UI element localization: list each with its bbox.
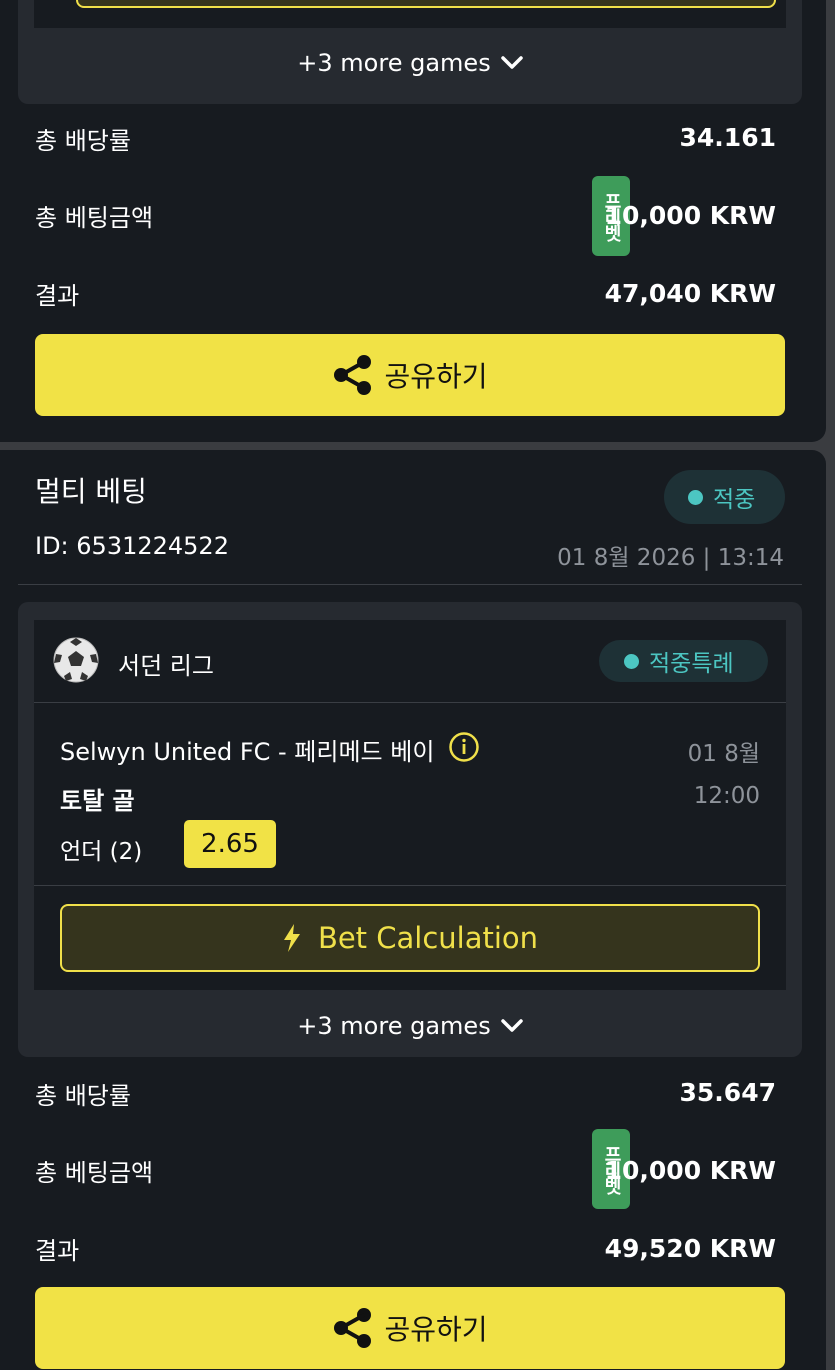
odds-value: 2.65: [184, 820, 276, 868]
bet-calculation-label: Bet Calculation: [317, 921, 539, 955]
game-item: [34, 0, 786, 28]
total-stake-label: 총 베팅금액: [35, 204, 154, 232]
bet-id: ID: 6531224522: [35, 532, 229, 560]
result-label: 결과: [35, 282, 80, 310]
bet-type-title: 멀티 베팅: [35, 475, 147, 508]
league-name: 서던 리그: [118, 652, 214, 680]
result-value: 49,520 KRW: [604, 1234, 776, 1263]
share-icon: [334, 1308, 372, 1348]
divider: [34, 885, 786, 886]
bet-card-2: 멀티 베팅 적중 ID: 6531224522 01 8월 2026 | 13:…: [0, 450, 826, 1370]
more-games-label: +3 more games: [297, 49, 491, 77]
total-odds-value: 35.647: [679, 1078, 776, 1107]
divider: [18, 584, 802, 585]
lightning-icon: [282, 924, 302, 952]
share-label: 공유하기: [384, 360, 488, 393]
games-box: 서던 리그 적중특례 Selwyn United FC - 페리메드 베이 01…: [18, 602, 802, 1057]
share-label: 공유하기: [384, 1313, 488, 1346]
game-item: 서던 리그 적중특례 Selwyn United FC - 페리메드 베이 01…: [34, 620, 786, 990]
divider: [34, 702, 786, 703]
share-button[interactable]: 공유하기: [35, 334, 785, 416]
match-name: Selwyn United FC - 페리메드 베이: [60, 738, 435, 766]
more-games-toggle[interactable]: +3 more games: [18, 33, 802, 93]
match-date: 01 8월: [687, 741, 760, 767]
chevron-down-icon: [500, 1019, 523, 1033]
total-stake-value: 10,000 KRW: [604, 201, 776, 230]
selection-name: 언더 (2): [60, 839, 143, 865]
result-label: 결과: [35, 1237, 80, 1265]
info-icon[interactable]: [448, 731, 480, 767]
total-odds-label: 총 배당률: [35, 1082, 131, 1110]
status-text: 적중: [713, 487, 756, 513]
status-dot: [624, 653, 639, 669]
bet-calculation-button[interactable]: Bet Calculation: [60, 904, 760, 972]
more-games-toggle[interactable]: +3 more games: [18, 996, 802, 1056]
total-stake-label: 총 베팅금액: [35, 1159, 154, 1187]
market-name: 토탈 골: [60, 787, 135, 815]
game-status-text: 적중특례: [649, 651, 734, 677]
total-odds-value: 34.161: [679, 123, 776, 152]
bet-calculation-button[interactable]: [76, 0, 776, 8]
soccer-ball-icon: [52, 636, 100, 688]
result-value: 47,040 KRW: [604, 279, 776, 308]
bet-datetime: 01 8월 2026 | 13:14: [557, 545, 784, 571]
match-time: 12:00: [693, 783, 760, 809]
share-icon: [334, 355, 372, 395]
bet-card-1: +3 more games 총 배당률 34.161 총 베팅금액 프리벳 10…: [0, 0, 826, 442]
status-badge: 적중: [664, 470, 785, 524]
game-status-badge: 적중특례: [599, 640, 768, 682]
chevron-down-icon: [500, 56, 523, 70]
share-button[interactable]: 공유하기: [35, 1287, 785, 1369]
total-stake-value: 10,000 KRW: [604, 1156, 776, 1185]
games-box: +3 more games: [18, 0, 802, 104]
total-odds-label: 총 배당률: [35, 127, 131, 155]
more-games-label: +3 more games: [297, 1012, 491, 1040]
status-dot: [688, 489, 703, 505]
